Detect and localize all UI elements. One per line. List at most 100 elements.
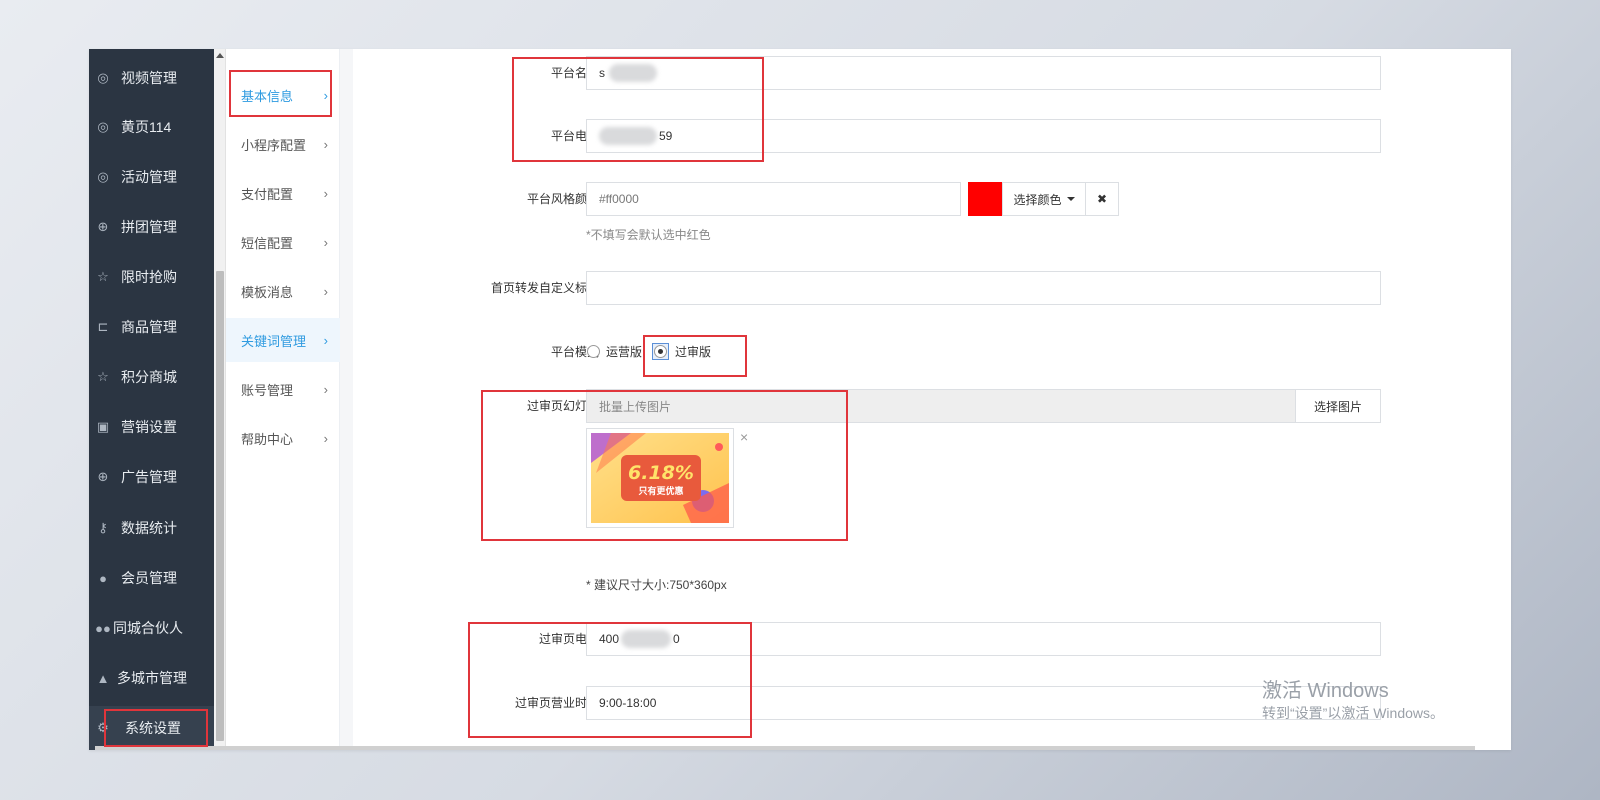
submenu-item-keywords[interactable]: 关键词管理 › (226, 318, 340, 362)
sidebar-item-label: 同城合伙人 (113, 620, 183, 636)
submenu-item-accounts[interactable]: 账号管理 › (226, 367, 340, 411)
style-color-input[interactable]: #ff0000 (586, 182, 961, 216)
sidebar-item-points-mall[interactable]: ☆ 积分商城 (89, 355, 214, 399)
star-icon: ☆ (97, 269, 109, 284)
platform-mode-label: 平台模式 (550, 345, 599, 359)
app-window: ◎ 视频管理 ◎ 黄页114 ◎ 活动管理 ⊕ 拼团管理 ☆ 限时抢购 ⊏ 商品… (89, 49, 1511, 750)
share-title-input[interactable] (586, 271, 1381, 305)
slides-size-hint: * 建议尺寸大小:750*360px (586, 578, 727, 592)
chevron-right-icon: › (323, 87, 328, 103)
platform-name-input[interactable]: s (586, 56, 1381, 90)
review-phone-label: 过审页电话 (538, 632, 599, 646)
sidebar-item-label: 会员管理 (121, 570, 177, 586)
windows-activation-title: 激活 Windows (1262, 680, 1389, 702)
sidebar-item-system-settings[interactable]: ⚙ 系统设置 (89, 706, 214, 750)
submenu-item-label: 小程序配置 (241, 137, 307, 153)
sidebar-item-flashsale[interactable]: ☆ 限时抢购 (89, 255, 214, 299)
choose-color-button[interactable]: 选择颜色 (1002, 182, 1086, 216)
sidebar-item-label: 多城市管理 (117, 670, 187, 686)
compass-icon: ◎ (97, 119, 109, 134)
sidebar-item-ads[interactable]: ⊕ 广告管理 (89, 455, 214, 499)
sidebar-item-label: 系统设置 (125, 720, 181, 736)
review-hours-label: 过审页营业时间 (514, 696, 599, 710)
submenu-item-sms[interactable]: 短信配置 › (226, 220, 340, 264)
caret-down-icon (1066, 197, 1075, 201)
compass-icon: ◎ (97, 70, 109, 85)
submenu-item-payment[interactable]: 支付配置 › (226, 171, 340, 215)
chevron-right-icon: › (323, 136, 328, 152)
remove-image-icon[interactable]: × (740, 429, 748, 445)
sidebar-item-label: 广告管理 (121, 469, 177, 485)
slide-thumbnail: 6.18% 只有更优惠 (586, 428, 734, 528)
close-icon: ✖ (1096, 192, 1108, 206)
radio-operating-label: 运营版 (606, 345, 643, 359)
slides-upload-input[interactable]: 批量上传图片 (586, 389, 1296, 423)
promo-title-text: 6.18% (628, 462, 694, 484)
content-divider (340, 49, 353, 750)
submenu-item-help[interactable]: 帮助中心 › (226, 416, 340, 460)
platform-phone-input[interactable]: 59 (586, 119, 1381, 153)
radio-review-label: 过审版 (675, 345, 712, 359)
promo-banner-image: 6.18% 只有更优惠 (591, 433, 729, 523)
lifebuoy-icon: ⊕ (97, 219, 109, 234)
gear-icon: ⚙ (97, 720, 109, 735)
users-icon: ●● (95, 620, 111, 636)
redacted-text (621, 630, 672, 648)
radio-review-version[interactable] (654, 345, 667, 358)
platform-phone-value: 59 (659, 129, 673, 143)
lifebuoy-icon: ⊕ (97, 469, 109, 484)
horizontal-scrollbar[interactable] (95, 746, 1475, 750)
sidebar-item-partners[interactable]: ●● 同城合伙人 (89, 606, 214, 650)
chevron-right-icon: › (323, 381, 328, 397)
chevron-right-icon: › (323, 283, 328, 299)
sidebar-scrollbar[interactable] (214, 49, 226, 750)
submenu-item-basic-info[interactable]: 基本信息 › (226, 73, 340, 117)
sidebar-item-groupbuy[interactable]: ⊕ 拼团管理 (89, 205, 214, 249)
sidebar-item-video[interactable]: ◎ 视频管理 (89, 56, 214, 100)
submenu-item-miniprogram[interactable]: 小程序配置 › (226, 122, 340, 166)
submenu-item-label: 账号管理 (241, 382, 294, 398)
scrollbar-thumb[interactable] (216, 271, 224, 741)
chevron-right-icon: › (323, 332, 328, 348)
sidebar-item-marketing[interactable]: ▣ 营销设置 (89, 405, 214, 449)
gift-icon: ▣ (96, 419, 110, 434)
sidebar-item-multicity[interactable]: ▲ 多城市管理 (89, 656, 214, 700)
sidebar-item-label: 拼团管理 (121, 219, 177, 235)
color-swatch (968, 182, 1002, 216)
key-icon: ⚷ (98, 520, 108, 535)
submenu-item-template-msg[interactable]: 模板消息 › (226, 269, 340, 313)
sidebar-item-label: 商品管理 (121, 319, 177, 335)
submenu-item-label: 关键词管理 (241, 333, 307, 349)
sidebar-item-label: 视频管理 (121, 70, 177, 86)
slides-label: 过审页幻灯片 (526, 399, 599, 413)
sidebar-item-members[interactable]: ● 会员管理 (89, 556, 214, 600)
scroll-up-arrow-icon[interactable] (216, 53, 224, 58)
review-phone-prefix: 400 (599, 632, 620, 646)
star-icon: ☆ (97, 369, 109, 384)
sidebar-item-stats[interactable]: ⚷ 数据统计 (89, 506, 214, 550)
redacted-text (599, 127, 657, 145)
settings-submenu: 基本信息 › 小程序配置 › 支付配置 › 短信配置 › 模板消息 › 关键词管… (226, 49, 340, 750)
choose-image-button[interactable]: 选择图片 (1295, 389, 1381, 423)
promo-subtitle-text: 只有更优惠 (638, 485, 683, 497)
sidebar-item-activity[interactable]: ◎ 活动管理 (89, 155, 214, 199)
clear-color-button[interactable]: ✖ (1085, 182, 1119, 216)
platform-name-value: s (599, 66, 605, 80)
submenu-item-label: 基本信息 (241, 88, 294, 104)
sidebar-item-label: 积分商城 (121, 369, 177, 385)
chevron-right-icon: › (323, 430, 328, 446)
style-color-label: 平台风格颜色 (526, 192, 599, 206)
review-phone-suffix: 0 (673, 632, 680, 646)
sidebar-item-yellowpages[interactable]: ◎ 黄页114 (89, 105, 214, 149)
review-phone-input[interactable]: 400 0 (586, 622, 1381, 656)
user-icon: ● (99, 570, 107, 586)
radio-operating-version[interactable] (587, 345, 600, 358)
windows-activation-subtitle: 转到“设置”以激活 Windows。 (1262, 705, 1445, 721)
share-title-label: 首页转发自定义标题 (490, 281, 599, 295)
submenu-item-label: 帮助中心 (241, 431, 294, 447)
main-sidebar: ◎ 视频管理 ◎ 黄页114 ◎ 活动管理 ⊕ 拼团管理 ☆ 限时抢购 ⊏ 商品… (89, 49, 214, 750)
sidebar-item-products[interactable]: ⊏ 商品管理 (89, 305, 214, 349)
submenu-item-label: 短信配置 (241, 235, 294, 251)
redacted-text (609, 64, 657, 82)
sidebar-item-label: 营销设置 (121, 419, 177, 435)
